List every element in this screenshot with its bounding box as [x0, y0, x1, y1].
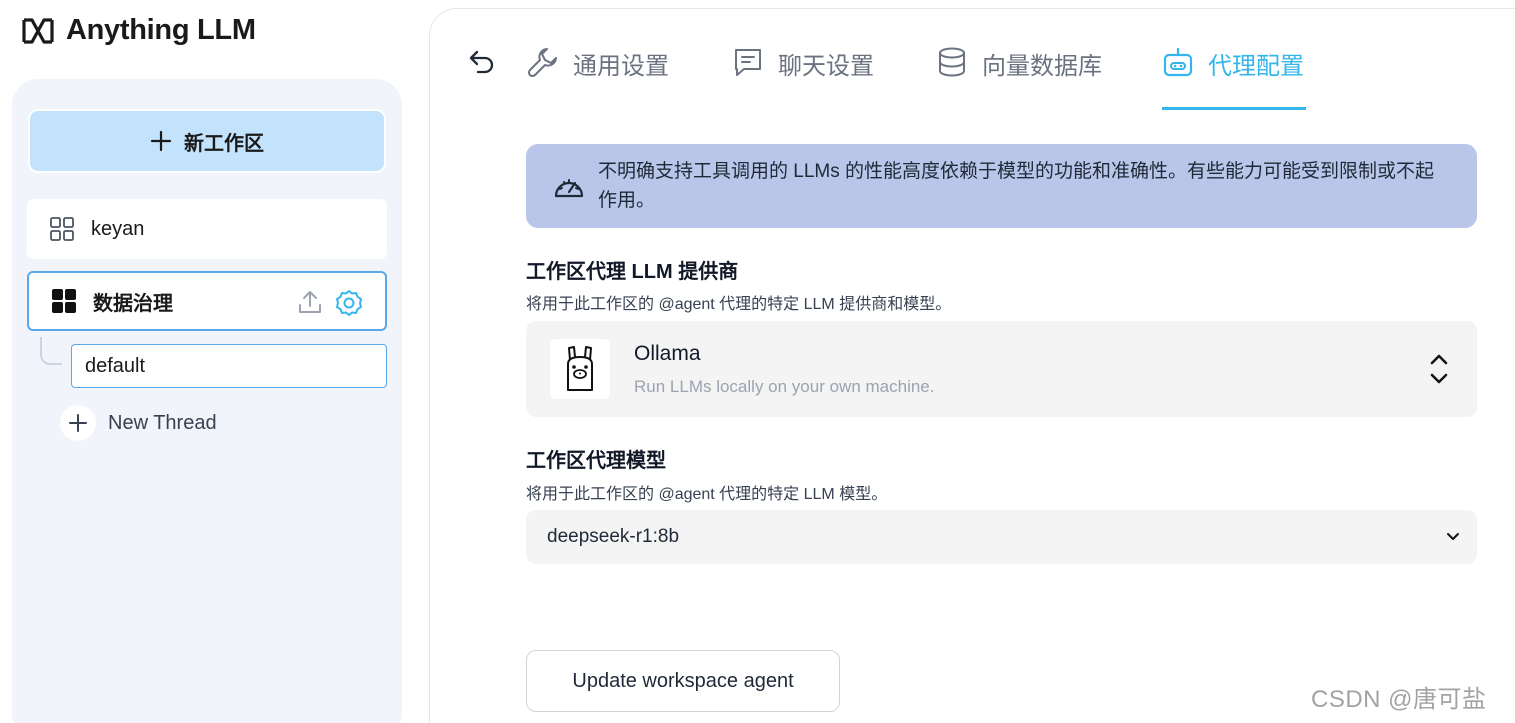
sidebar: 新工作区 keyan 数据治理 default New Thread [12, 79, 402, 723]
update-workspace-agent-button[interactable]: Update workspace agent [526, 650, 840, 712]
thread-connector [40, 337, 62, 365]
database-icon [939, 47, 965, 77]
tab-agent-config[interactable]: 代理配置 [1162, 46, 1306, 110]
provider-selector[interactable]: Ollama Run LLMs locally on your own mach… [526, 321, 1477, 417]
provider-description: Run LLMs locally on your own machine. [634, 377, 935, 396]
provider-section-description: 将用于此工作区的 @agent 代理的特定 LLM 提供商和模型。 [526, 296, 952, 313]
tab-label: 通用设置 [573, 53, 669, 80]
chevron-up-down-icon [1430, 354, 1448, 384]
workspace-item-keyan[interactable]: keyan [27, 199, 387, 259]
chevron-down-icon [1447, 533, 1459, 540]
app-brand: Anything LLM [20, 14, 256, 47]
new-workspace-label: 新工作区 [184, 132, 264, 155]
model-section-description: 将用于此工作区的 @agent 代理的特定 LLM 模型。 [526, 486, 888, 503]
back-button[interactable] [468, 48, 496, 79]
plus-icon [150, 130, 172, 152]
agent-model-select[interactable]: deepseek-r1:8b [526, 510, 1477, 564]
workspace-name: keyan [91, 217, 145, 240]
alert-text: 不明确支持工具调用的 LLMs 的性能高度依赖于模型的功能和准确性。有些能力可能… [598, 161, 1435, 211]
workspace-actions [297, 289, 363, 317]
chat-icon [735, 49, 761, 76]
ollama-llama-icon [550, 339, 610, 399]
gauge-icon [554, 179, 584, 198]
thread-name: default [85, 354, 146, 377]
plus-icon [60, 405, 96, 441]
wrench-icon [527, 48, 557, 78]
workspace-item-active[interactable]: 数据治理 [27, 271, 387, 331]
gear-icon[interactable] [335, 289, 363, 317]
model-section-title: 工作区代理模型 [526, 450, 666, 472]
tab-label: 聊天设置 [778, 53, 874, 80]
tab-chat-settings[interactable]: 聊天设置 [732, 46, 874, 110]
update-button-label: Update workspace agent [572, 669, 794, 692]
watermark: CSDN @唐可盐 [1311, 686, 1487, 713]
new-workspace-button[interactable]: 新工作区 [28, 109, 386, 173]
new-thread-button[interactable]: New Thread [60, 405, 217, 441]
tab-vector-database[interactable]: 向量数据库 [936, 46, 1102, 110]
robot-icon [1163, 47, 1193, 77]
app-title: Anything LLM [66, 14, 256, 46]
thread-item-default[interactable]: default [71, 344, 387, 388]
workspace-name: 数据治理 [93, 292, 173, 315]
selected-model: deepseek-r1:8b [547, 526, 680, 547]
back-arrow-icon [469, 50, 494, 74]
upload-icon[interactable] [297, 289, 323, 315]
anythingllm-logo-icon [22, 17, 54, 44]
tab-general-settings[interactable]: 通用设置 [527, 46, 669, 110]
provider-section-title: 工作区代理 LLM 提供商 [526, 261, 739, 283]
tab-label: 向量数据库 [982, 53, 1102, 80]
provider-name: Ollama [634, 342, 701, 365]
grid-filled-icon [52, 289, 76, 313]
grid-outline-icon [50, 217, 74, 241]
new-thread-label: New Thread [108, 411, 217, 434]
capability-warning-alert: 不明确支持工具调用的 LLMs 的性能高度依赖于模型的功能和准确性。有些能力可能… [526, 144, 1477, 228]
tab-label: 代理配置 [1208, 53, 1304, 80]
